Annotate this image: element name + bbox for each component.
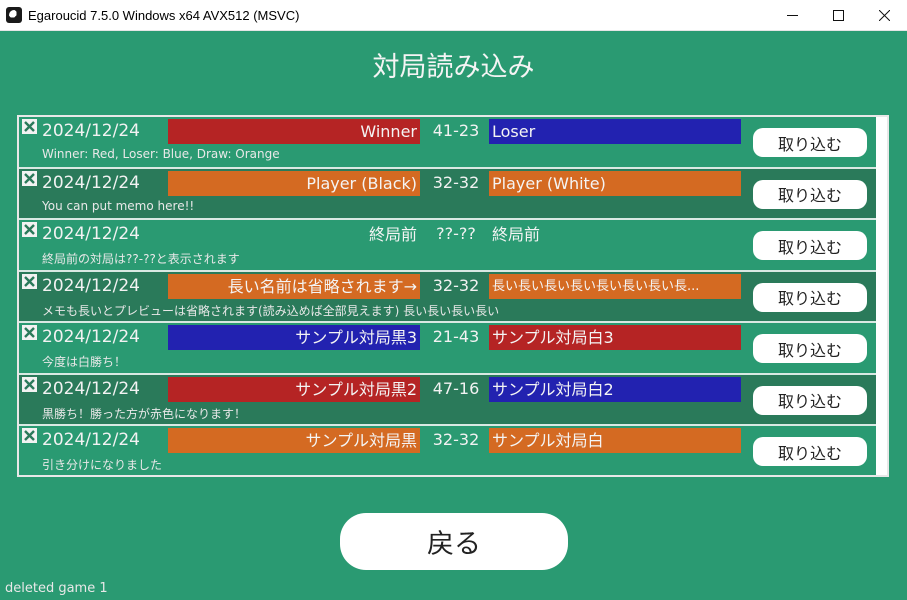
game-date: 2024/12/24 xyxy=(42,121,140,141)
game-score: 32-32 xyxy=(432,172,480,192)
game-memo: You can put memo here!! xyxy=(42,198,195,213)
import-button[interactable]: 取り込む xyxy=(753,179,867,209)
window-controls xyxy=(769,0,907,31)
game-score: ??-?? xyxy=(436,224,476,243)
import-button[interactable]: 取り込む xyxy=(753,437,867,466)
game-date: 2024/12/24 xyxy=(42,172,140,193)
game-score: 21-43 xyxy=(432,327,480,346)
game-memo: 引き分けになりました xyxy=(42,458,163,472)
minimize-icon xyxy=(786,14,798,16)
game-score: 41-23 xyxy=(432,121,480,140)
delete-game-button[interactable] xyxy=(22,273,37,289)
game-row: 2024/12/24 サンプル対局黒 32-32 サンプル対局白引き分けになりました 取… xyxy=(19,426,878,475)
game-memo: 黒勝ち！勝った方が赤色になります！ xyxy=(42,406,247,421)
delete-game-button[interactable] xyxy=(22,428,37,443)
white-player-name: 長い長い長い長い長い長い長い長... xyxy=(489,273,741,299)
game-row: 2024/12/24 終局前 ??-?? 終局前終局前の対局は??-??と表示されます… xyxy=(19,220,878,272)
white-player-name: Loser xyxy=(489,119,741,144)
game-row: 2024/12/24 長い名前は省略されます→ 32-32 長い長い長い長い長い長い長… xyxy=(19,271,878,323)
game-score: 32-32 xyxy=(432,275,480,295)
game-row: 2024/12/24 サンプル対局黒2 47-16 サンプル対局白2 黒勝ち！勝った方が… xyxy=(19,374,878,426)
black-player-name: サンプル対局黒3 xyxy=(168,325,420,350)
delete-icon xyxy=(24,327,35,338)
black-player-name: サンプル対局黒 xyxy=(168,428,420,453)
delete-game-button[interactable] xyxy=(22,119,37,134)
window-title: Egaroucid 7.5.0 Windows x64 AVX512 (MSVC… xyxy=(28,7,300,23)
maximize-icon xyxy=(832,9,844,21)
scrollbar[interactable] xyxy=(876,117,887,475)
game-date: 2024/12/24 xyxy=(42,378,140,399)
window-titlebar: Egaroucid 7.5.0 Windows x64 AVX512 (MSVC… xyxy=(0,0,907,31)
game-row: 2024/12/24 サンプル対局黒3 21-43 サンプル対局白3 今度は白勝ち！ 取り… xyxy=(19,323,878,375)
white-player-name: サンプル対局白 xyxy=(489,428,741,453)
black-player-name: サンプル対局黒2 xyxy=(168,376,420,402)
back-button[interactable]: 戻る xyxy=(340,513,568,570)
import-button[interactable]: 取り込む xyxy=(753,282,867,312)
game-memo: Winner: Red, Loser: Blue, Draw: Orange xyxy=(42,147,280,161)
import-button[interactable]: 取り込む xyxy=(753,334,867,363)
import-button[interactable]: 取り込む xyxy=(753,385,867,415)
close-icon xyxy=(878,9,890,21)
import-button[interactable]: 取り込む xyxy=(753,231,867,260)
white-player-name: サンプル対局白3 xyxy=(489,325,741,350)
game-memo: 今度は白勝ち！ xyxy=(42,355,127,369)
minimize-button[interactable] xyxy=(769,0,815,31)
game-score: 47-16 xyxy=(432,378,480,398)
black-player-name: Winner xyxy=(168,119,420,144)
white-player-name: 終局前 xyxy=(492,225,541,244)
delete-icon xyxy=(24,430,35,441)
white-player-name: サンプル対局白2 xyxy=(489,376,741,402)
delete-game-button[interactable] xyxy=(22,325,37,340)
game-list: 2024/12/24 Winner 41-23 Loser Winner: Red, L… xyxy=(17,115,889,477)
game-memo: メモも長いとプレビューは省略されます(読み込めば全部見えます) 長い長い長い長い xyxy=(42,303,500,318)
black-player-name: Player (Black) xyxy=(168,170,420,196)
delete-icon xyxy=(24,275,35,287)
game-row: 2024/12/24 Winner 41-23 Loser Winner: Red, L… xyxy=(19,117,878,169)
page-title: 対局読み込み xyxy=(372,52,535,83)
delete-game-button[interactable] xyxy=(22,222,37,237)
status-text: deleted game 1 xyxy=(5,581,108,596)
delete-game-button[interactable] xyxy=(22,376,37,392)
white-player-name: Player (White) xyxy=(489,170,741,196)
game-score: 32-32 xyxy=(432,430,480,449)
app-icon xyxy=(6,7,22,23)
game-date: 2024/12/24 xyxy=(42,430,140,450)
delete-icon xyxy=(24,378,35,390)
game-row: 2024/12/24 Player (Black) 32-32 Player (Whi… xyxy=(19,168,878,220)
black-player-name: 長い名前は省略されます→ xyxy=(168,273,420,299)
delete-icon xyxy=(24,224,35,235)
delete-icon xyxy=(24,172,35,184)
game-date: 2024/12/24 xyxy=(42,224,140,244)
delete-icon xyxy=(24,121,35,132)
black-player-name: 終局前 xyxy=(368,225,417,244)
game-date: 2024/12/24 xyxy=(42,327,140,347)
delete-game-button[interactable] xyxy=(22,170,37,186)
maximize-button[interactable] xyxy=(815,0,861,31)
game-memo: 終局前の対局は??-??と表示されます xyxy=(42,252,240,266)
game-date: 2024/12/24 xyxy=(42,275,140,296)
import-button[interactable]: 取り込む xyxy=(753,128,867,157)
close-window-button[interactable] xyxy=(861,0,907,31)
